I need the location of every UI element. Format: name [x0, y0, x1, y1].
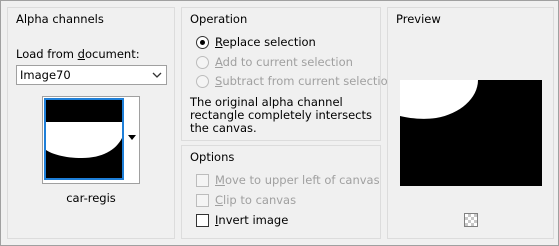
alpha-channel-name: car-regis [66, 191, 116, 205]
load-selection-from-alpha-dialog: Alpha channels Load from document: Image… [0, 0, 559, 246]
checkerboard-icon[interactable] [464, 213, 478, 227]
checkbox-icon [196, 174, 209, 187]
radio-icon [196, 75, 209, 88]
thumbnail-dropdown-arrow-icon[interactable] [127, 133, 137, 141]
chevron-down-icon [152, 72, 162, 78]
preview-shape [400, 80, 542, 186]
document-select-value: Image70 [20, 68, 71, 82]
alpha-channels-group: Alpha channels Load from document: Image… [7, 7, 175, 239]
preview-title: Preview [396, 12, 441, 26]
alpha-channel-thumbnail-box[interactable] [42, 96, 140, 184]
intersection-note: The original alpha channel rectangle com… [190, 95, 373, 135]
thumbnail-image [46, 100, 122, 178]
load-from-document-label: Load from document: [16, 47, 140, 61]
alpha-channels-title: Alpha channels [16, 12, 104, 26]
radio-selected-icon [196, 36, 209, 49]
checkbox-icon [196, 214, 209, 227]
options-group: Options Move to upper left of canvas Cli… [181, 145, 381, 239]
options-title: Options [190, 150, 235, 164]
alpha-channel-thumbnail[interactable] [44, 98, 124, 180]
operation-group: Operation Replace selection Add to curre… [181, 7, 395, 141]
document-select[interactable]: Image70 [16, 65, 167, 85]
checkbox-icon [196, 194, 209, 207]
preview-group: Preview [387, 7, 554, 239]
operation-title: Operation [190, 12, 248, 26]
preview-image [400, 80, 542, 186]
radio-icon [196, 56, 209, 69]
